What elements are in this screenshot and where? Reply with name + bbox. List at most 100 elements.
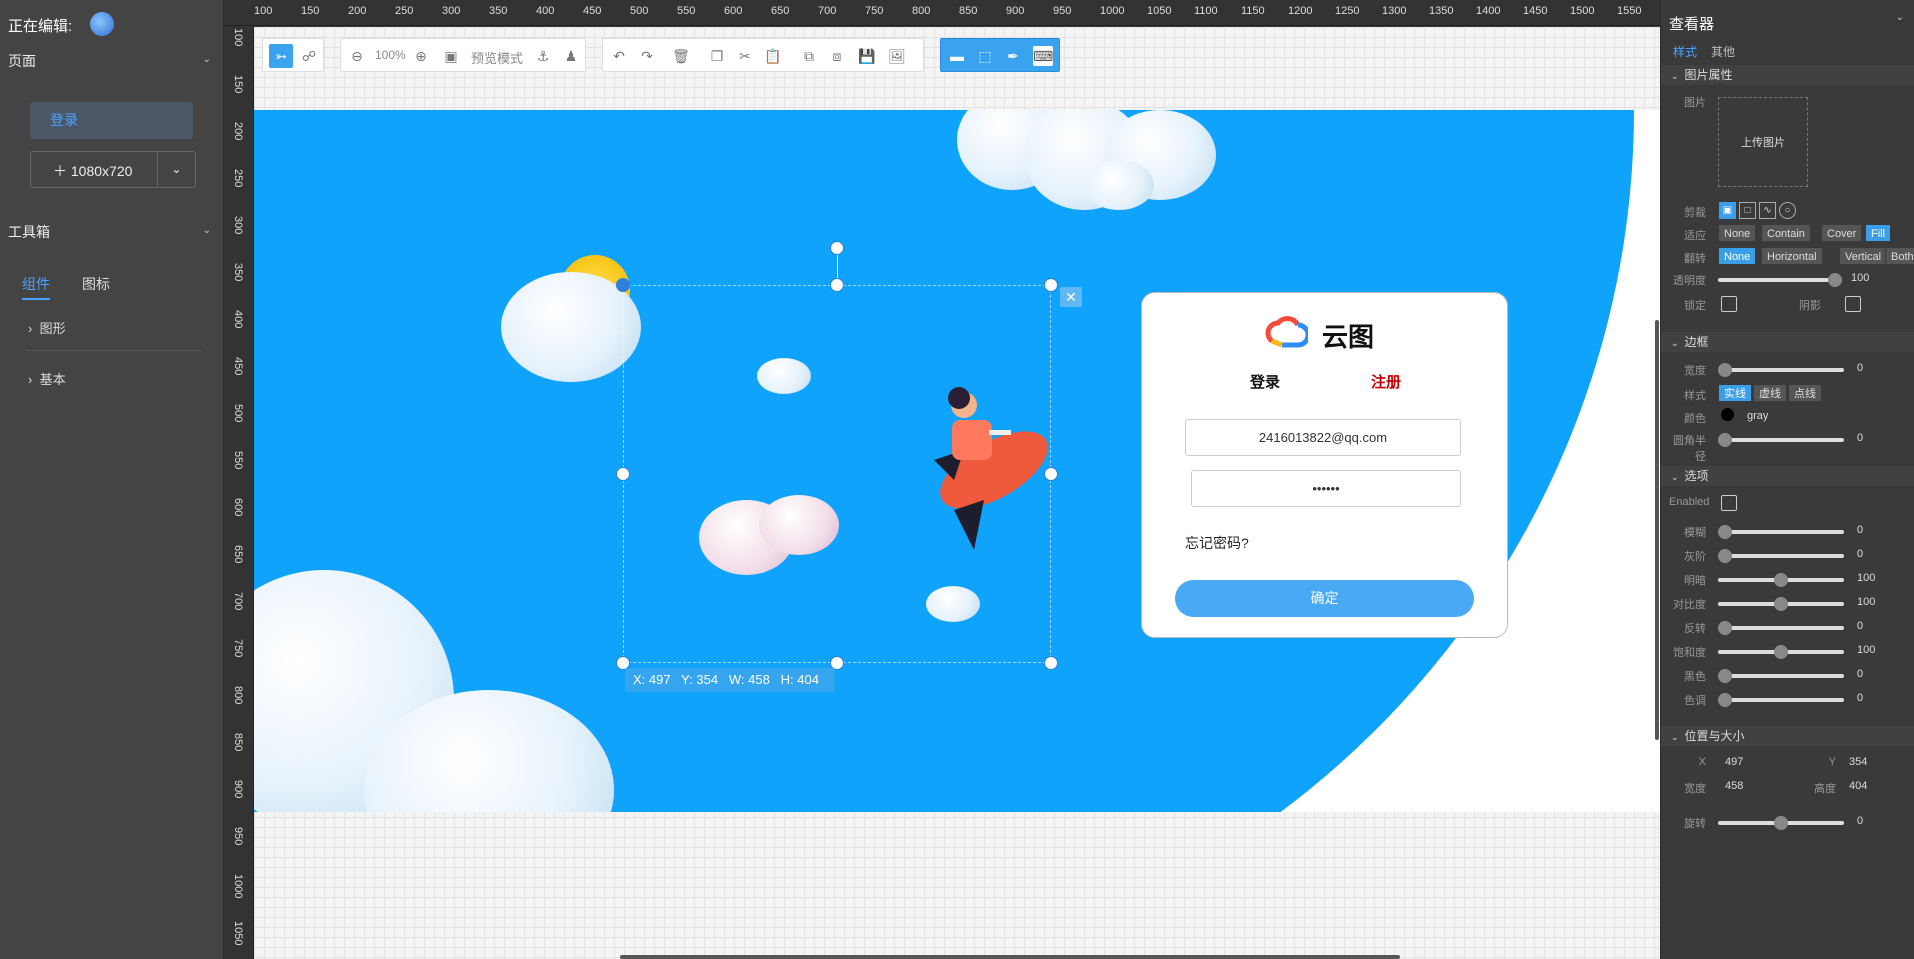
filter-slider[interactable]: [1718, 669, 1844, 683]
crop-rect-icon[interactable]: □: [1739, 202, 1756, 219]
filter-slider[interactable]: [1718, 597, 1844, 611]
border-radius-slider-thumb[interactable]: [1718, 433, 1732, 447]
tab-register[interactable]: 注册: [1371, 371, 1401, 392]
undo-icon[interactable]: ↶: [609, 46, 629, 66]
keyboard-icon[interactable]: ⌨: [1033, 46, 1053, 66]
filter-slider[interactable]: [1718, 573, 1844, 587]
page-item-login[interactable]: 登录: [30, 102, 193, 139]
tab-style[interactable]: 样式: [1673, 43, 1697, 60]
pointer-icon[interactable]: ➳: [269, 44, 293, 68]
flip-vertical[interactable]: Vertical: [1839, 247, 1888, 265]
delete-icon[interactable]: 🗑: [671, 46, 691, 66]
fit-none[interactable]: None: [1718, 224, 1757, 242]
upload-image-button[interactable]: 上传图片: [1718, 97, 1808, 187]
filter-slider[interactable]: [1718, 693, 1844, 707]
close-icon[interactable]: ✕: [1060, 287, 1082, 307]
color-swatch[interactable]: [1721, 408, 1734, 421]
pos-x-value[interactable]: 497: [1725, 756, 1743, 768]
filter-slider[interactable]: [1718, 645, 1844, 659]
paste-icon[interactable]: 📋: [763, 46, 783, 66]
tree-item-basic[interactable]: › 基本: [28, 369, 66, 388]
border-radius-slider[interactable]: [1718, 433, 1844, 447]
page-size-select[interactable]: ＋ 1080x720 ⌄: [30, 151, 196, 188]
zoom-out-icon[interactable]: ⊖: [347, 46, 367, 66]
chevron-down-icon[interactable]: ⌄: [157, 152, 195, 187]
preview-mode-button[interactable]: 预览模式: [471, 48, 523, 67]
cut-icon[interactable]: ✂: [735, 46, 755, 66]
email-field[interactable]: 2416013822@qq.com: [1185, 419, 1461, 456]
lock-checkbox[interactable]: [1721, 296, 1737, 312]
fit-contain[interactable]: Contain: [1761, 224, 1811, 242]
ruler-icon[interactable]: ▬: [947, 46, 967, 66]
border-style-dashed[interactable]: 虚线: [1753, 384, 1787, 402]
flip-both[interactable]: Both: [1885, 247, 1914, 265]
chevron-down-icon[interactable]: ⌄: [1896, 12, 1904, 23]
border-width-slider-thumb[interactable]: [1718, 363, 1732, 377]
fit-cover[interactable]: Cover: [1821, 224, 1863, 242]
chevron-down-icon[interactable]: ⌄: [203, 54, 211, 65]
size-w-value[interactable]: 458: [1725, 780, 1743, 792]
forgot-password-link[interactable]: 忘记密码?: [1185, 533, 1249, 553]
copy-icon[interactable]: ❐: [707, 46, 727, 66]
share-icon[interactable]: ⚓: [533, 46, 553, 66]
border-width-slider[interactable]: [1718, 363, 1844, 377]
fit-fill[interactable]: Fill: [1865, 224, 1892, 242]
enabled-checkbox[interactable]: [1721, 495, 1737, 511]
chevron-down-icon[interactable]: ⌄: [203, 225, 211, 236]
fit-screen-icon[interactable]: ▣: [441, 46, 461, 66]
filter-slider-thumb[interactable]: [1718, 621, 1732, 635]
redo-icon[interactable]: ↷: [637, 46, 657, 66]
filter-slider-thumb[interactable]: [1774, 573, 1788, 587]
size-h-value[interactable]: 404: [1849, 780, 1867, 792]
vertical-scrollbar[interactable]: [1655, 320, 1659, 740]
rotate-slider-thumb[interactable]: [1774, 816, 1788, 830]
resize-handle-se[interactable]: [1044, 656, 1058, 670]
filter-slider[interactable]: [1718, 621, 1844, 635]
tab-components[interactable]: 组件: [22, 274, 50, 300]
resize-handle-nw[interactable]: [616, 278, 630, 292]
flip-horizontal[interactable]: Horizontal: [1761, 247, 1823, 265]
tree-item-shapes[interactable]: › 图形: [28, 318, 66, 337]
submit-button[interactable]: 确定: [1175, 580, 1474, 617]
shadow-checkbox[interactable]: [1845, 296, 1861, 312]
filter-slider-thumb[interactable]: [1718, 525, 1732, 539]
resize-handle-n[interactable]: [830, 278, 844, 292]
resize-handle-ne[interactable]: [1044, 278, 1058, 292]
save-icon[interactable]: 💾: [857, 46, 877, 66]
user-off-icon[interactable]: ♟: [561, 46, 581, 66]
section-border[interactable]: ⌄ 边框: [1661, 332, 1914, 352]
rotate-handle[interactable]: [830, 241, 844, 255]
filter-slider-thumb[interactable]: [1774, 645, 1788, 659]
border-style-solid[interactable]: 实线: [1718, 384, 1752, 402]
opacity-slider-thumb[interactable]: [1828, 273, 1842, 287]
link-icon[interactable]: ☍: [299, 46, 319, 66]
crop-circle-icon[interactable]: ○: [1779, 202, 1796, 219]
pos-y-value[interactable]: 354: [1849, 756, 1867, 768]
filter-slider-thumb[interactable]: [1774, 597, 1788, 611]
send-backward-icon[interactable]: ⧈: [827, 46, 847, 66]
horizontal-scrollbar[interactable]: [620, 955, 1400, 959]
filter-slider-thumb[interactable]: [1718, 669, 1732, 683]
filter-slider-thumb[interactable]: [1718, 693, 1732, 707]
crop-polygon-icon[interactable]: ∿: [1759, 202, 1776, 219]
tab-login[interactable]: 登录: [1250, 371, 1280, 392]
zoom-in-icon[interactable]: ⊕: [411, 46, 431, 66]
border-style-dotted[interactable]: 点线: [1788, 384, 1822, 402]
flip-none[interactable]: None: [1718, 247, 1757, 265]
opacity-slider[interactable]: [1718, 273, 1842, 287]
section-options[interactable]: ⌄ 选项: [1661, 466, 1914, 486]
bring-forward-icon[interactable]: ⧉: [799, 46, 819, 66]
section-position[interactable]: ⌄ 位置与大小: [1661, 726, 1914, 746]
brush-icon[interactable]: ✒: [1003, 46, 1023, 66]
login-card[interactable]: 云图 登录 注册 2416013822@qq.com •••••• 忘记密码? …: [1141, 292, 1508, 638]
selection-box[interactable]: [623, 285, 1051, 663]
tab-icons[interactable]: 图标: [82, 274, 110, 294]
section-image-props[interactable]: ⌄ 图片属性: [1661, 65, 1914, 85]
password-field[interactable]: ••••••: [1191, 470, 1461, 507]
tab-other[interactable]: 其他: [1711, 43, 1735, 60]
resize-handle-e[interactable]: [1044, 467, 1058, 481]
filter-slider-thumb[interactable]: [1718, 549, 1732, 563]
filter-slider[interactable]: [1718, 525, 1844, 539]
crop-image-icon[interactable]: ▣: [1719, 202, 1736, 219]
resize-handle-w[interactable]: [616, 467, 630, 481]
